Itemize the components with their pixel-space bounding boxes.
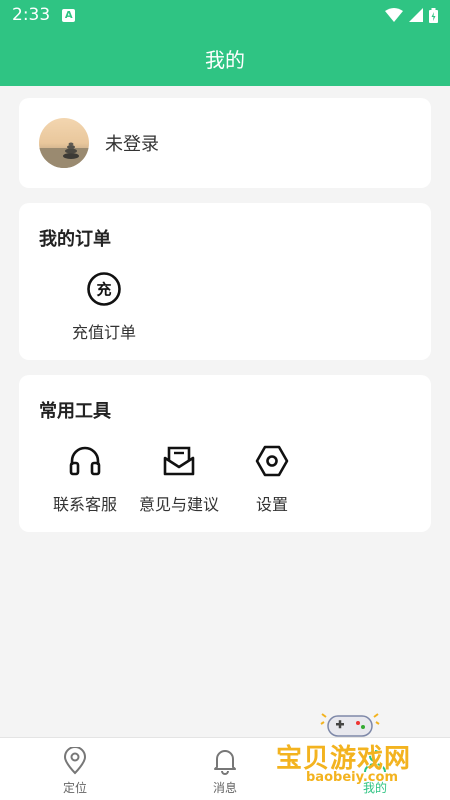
notification-a-icon: A <box>62 8 76 22</box>
tab-messages-label: 消息 <box>212 781 237 795</box>
status-bar: 2:33 A <box>0 0 450 30</box>
avatar[interactable] <box>39 118 89 168</box>
tab-location[interactable]: 定位 <box>0 738 150 800</box>
headset-icon <box>67 443 103 479</box>
tools-card: 常用工具 联系客服 意见与建议 设置 <box>19 375 431 532</box>
bell-icon <box>214 750 236 775</box>
login-status-label[interactable]: 未登录 <box>105 130 159 156</box>
site-watermark: 宝贝游戏网 baobeiy.com <box>272 708 432 798</box>
recharge-orders-button[interactable]: 充 充值订单 <box>54 271 154 343</box>
location-icon <box>63 747 87 775</box>
feedback-label: 意见与建议 <box>138 495 219 514</box>
recharge-icon: 充 <box>86 271 122 307</box>
wifi-icon <box>385 8 403 22</box>
tab-location-label: 定位 <box>62 781 87 795</box>
feedback-inbox-icon <box>161 443 197 479</box>
signal-icon <box>409 8 423 22</box>
recharge-orders-label: 充值订单 <box>71 323 136 342</box>
watermark-url: baobeiy.com <box>306 770 398 785</box>
contact-support-button[interactable]: 联系客服 <box>35 443 135 515</box>
status-time: 2:33 <box>12 5 51 25</box>
settings-hex-icon <box>254 443 290 479</box>
contact-support-label: 联系客服 <box>52 495 117 514</box>
svg-text:充: 充 <box>96 281 111 299</box>
profile-card[interactable]: 未登录 <box>19 98 431 188</box>
feedback-button[interactable]: 意见与建议 <box>129 443 229 515</box>
gamepad-icon <box>320 713 380 737</box>
battery-icon <box>429 7 438 23</box>
settings-button[interactable]: 设置 <box>222 443 322 515</box>
settings-label: 设置 <box>255 495 288 514</box>
orders-section-title: 我的订单 <box>39 229 111 250</box>
orders-card: 我的订单 充 充值订单 <box>19 203 431 360</box>
page-title: 我的 <box>205 47 245 72</box>
tools-section-title: 常用工具 <box>39 401 111 422</box>
page-title-bar: 我的 <box>0 30 450 86</box>
